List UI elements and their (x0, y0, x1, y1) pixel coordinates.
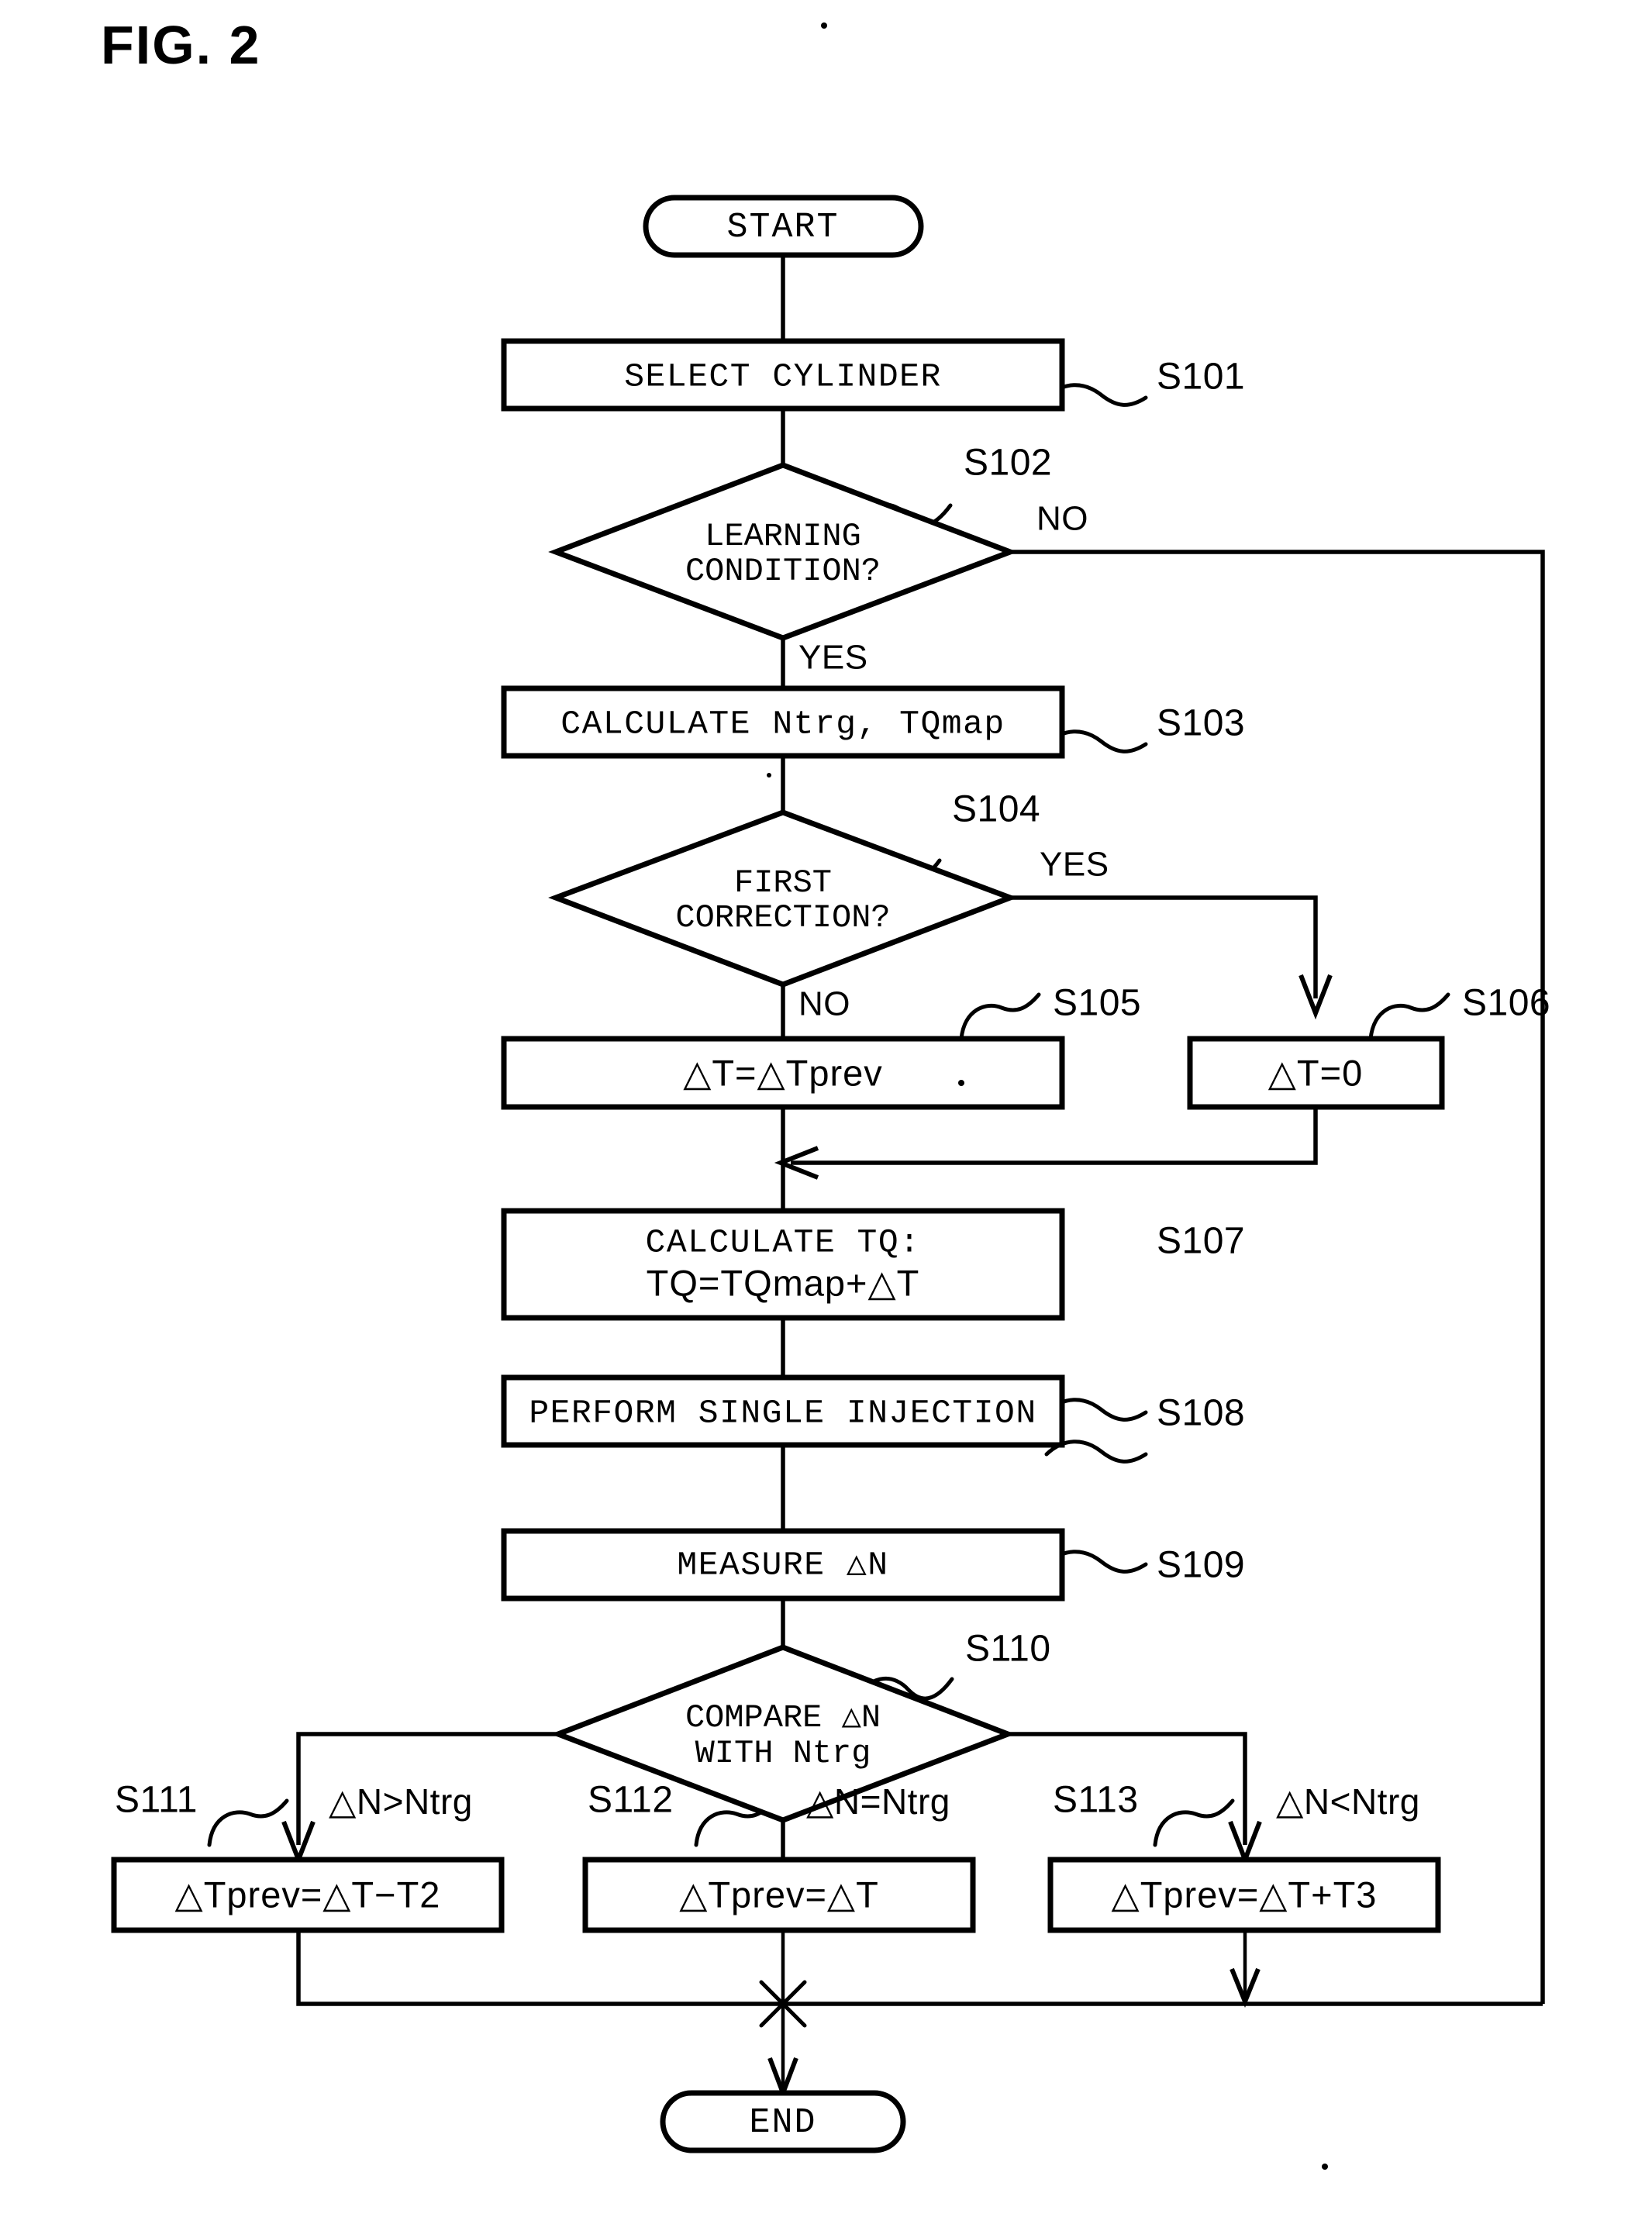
node-s108: PERFORM SINGLE INJECTION S108 (501, 1374, 1245, 1448)
s104-branch-no: NO (798, 985, 850, 1023)
connector-bottom-merge-bus (296, 1930, 1543, 2006)
s110-label-line1: COMPARE △N (685, 1699, 881, 1736)
s112-label: △Tprev=△T (679, 1874, 879, 1915)
leader-squiggle-s106 (1368, 992, 1450, 1041)
s108-label: PERFORM SINGLE INJECTION (529, 1394, 1036, 1432)
s104-step-id: S104 (952, 789, 1040, 830)
s103-label: CALCULATE Ntrg, TQmap (560, 705, 1005, 743)
connector-s106-merge (791, 1107, 1318, 1165)
s113-label: △Tprev=△T+T3 (1112, 1874, 1378, 1915)
s105-label: △T=△Tprev (683, 1052, 883, 1093)
node-s106: △T=0 S106 (1187, 983, 1550, 1110)
figure-root: FIG. 2 START SELECT CYLINDER S101 LEARNI… (0, 0, 1652, 2224)
node-s109: MEASURE △N S109 (501, 1528, 1245, 1602)
s104-branch-yes: YES (1040, 846, 1109, 884)
s104-label-line2: CORRECTION? (675, 899, 890, 936)
leader-squiggle-s113 (1153, 1798, 1235, 1847)
start-label: START (726, 208, 839, 247)
s110-branch-less: △N<Ntrg (1276, 1781, 1420, 1822)
node-s107: CALCULATE TQ: TQ=TQmap+△T S107 (501, 1208, 1245, 1321)
s107-step-id: S107 (1157, 1221, 1245, 1262)
scan-speck-mid (767, 773, 771, 778)
s112-step-id: S112 (588, 1780, 674, 1821)
s101-step-id: S101 (1157, 357, 1245, 398)
node-end: END (660, 2090, 906, 2153)
node-s103: CALCULATE Ntrg, TQmap S103 (501, 685, 1245, 759)
s103-step-id: S103 (1157, 703, 1245, 744)
s109-step-id: S109 (1157, 1545, 1245, 1586)
s107-label-line2: TQ=TQmap+△T (647, 1262, 920, 1303)
s106-label: △T=0 (1268, 1052, 1363, 1093)
s113-step-id: S113 (1053, 1780, 1139, 1821)
node-s104: FIRST CORRECTION? S104 YES NO (548, 789, 1109, 1023)
s111-label: △Tprev=△T−T2 (175, 1874, 441, 1915)
node-s102: LEARNING CONDITION? S102 NO YES (548, 443, 1088, 677)
scan-speck-top (821, 22, 827, 29)
scan-speck-bottom (1322, 2164, 1328, 2170)
s105-ink-speck (958, 1080, 964, 1086)
s104-label-line1: FIRST (734, 864, 832, 902)
flowchart-canvas: START SELECT CYLINDER S101 LEARNING COND… (111, 22, 1550, 2170)
s102-branch-yes: YES (798, 639, 868, 677)
s105-step-id: S105 (1053, 983, 1141, 1024)
leader-squiggle-s111 (207, 1798, 289, 1847)
s109-label: MEASURE △N (677, 1546, 888, 1584)
s107-label-line1: CALCULATE TQ: (646, 1223, 921, 1261)
s101-label: SELECT CYLINDER (624, 357, 942, 395)
s102-label-line1: LEARNING (705, 518, 861, 555)
s110-branch-equal: △N=Ntrg (806, 1781, 950, 1822)
s106-step-id: S106 (1462, 983, 1550, 1024)
s111-step-id: S111 (115, 1780, 198, 1821)
node-start: START (643, 195, 924, 258)
end-label: END (749, 2103, 816, 2143)
s102-step-id: S102 (964, 443, 1052, 484)
s110-branch-greater: △N>Ntrg (329, 1781, 473, 1822)
s108-step-id: S108 (1157, 1393, 1245, 1434)
s102-branch-no: NO (1036, 500, 1088, 538)
node-s101: SELECT CYLINDER S101 (501, 338, 1245, 412)
s102-label-line2: CONDITION? (685, 553, 881, 590)
s110-step-id: S110 (965, 1629, 1051, 1670)
leader-squiggle-s105 (959, 992, 1041, 1041)
s110-label-line2: WITH Ntrg (695, 1735, 871, 1772)
